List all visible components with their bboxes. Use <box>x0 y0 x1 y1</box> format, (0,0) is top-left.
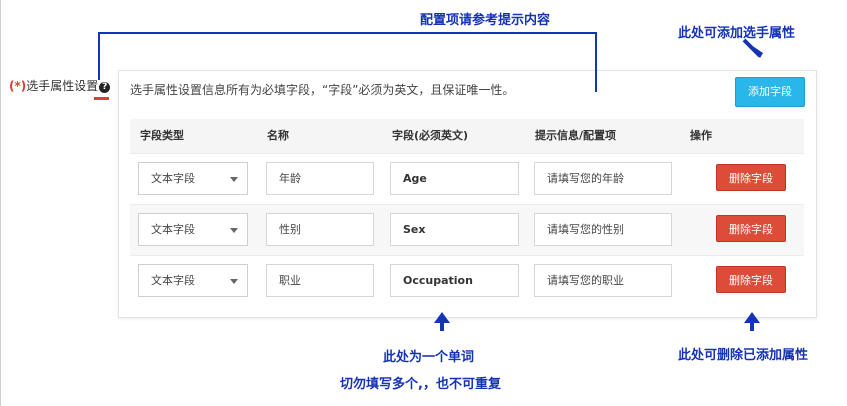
connector-line <box>98 32 597 92</box>
arrow-down-right-shaft-icon <box>742 38 762 58</box>
arrow-up-icon <box>434 312 450 331</box>
annotation-add-hint: 此处可添加选手属性 <box>678 26 796 41</box>
arrow-up-icon <box>744 312 760 331</box>
annotation-word-hint-line2: 切勿填写多个,，也不可重复 <box>340 377 501 392</box>
annotation-config-hint: 配置项请参考提示内容 <box>420 13 551 28</box>
annotation-word-hint-line1: 此处为一个单词 <box>383 350 475 365</box>
annotation-delete-hint: 此处可删除已添加属性 <box>678 348 809 363</box>
